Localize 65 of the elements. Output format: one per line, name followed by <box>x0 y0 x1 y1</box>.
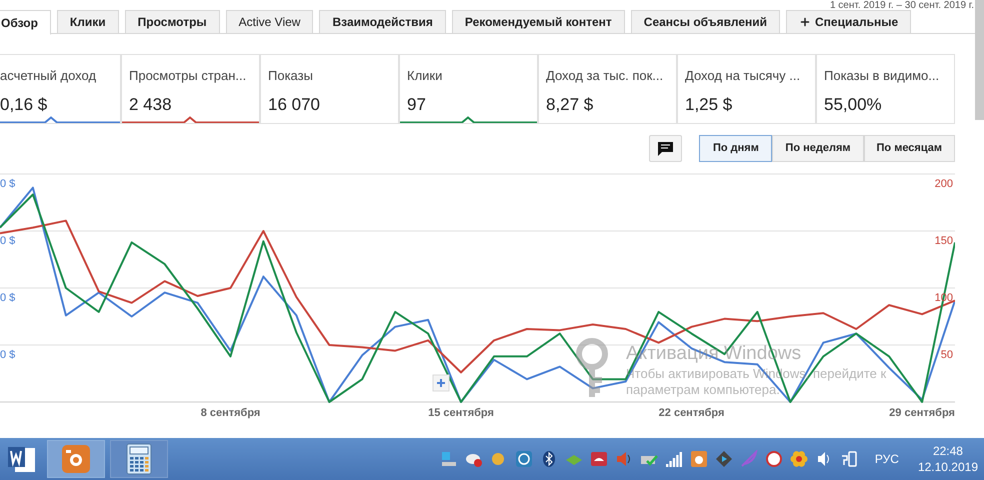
taskbar-app[interactable] <box>110 440 168 478</box>
metric-value: 97 <box>407 94 427 116</box>
period-button[interactable]: По дням <box>699 135 772 162</box>
metric-card[interactable]: Показы 16 070 <box>260 54 399 124</box>
metric-label: Просмотры стран... <box>129 67 248 85</box>
scrollbar[interactable] <box>975 0 984 120</box>
tab[interactable]: Active View <box>226 10 314 34</box>
camera-icon[interactable] <box>690 450 708 468</box>
comment-button[interactable] <box>649 135 682 162</box>
metric-card[interactable]: Просмотры стран... 2 438 <box>121 54 260 124</box>
metric-card[interactable]: Доход за тыс. пок... 8,27 $ <box>538 54 677 124</box>
metric-card[interactable]: асчетный доход 0,16 $ <box>0 54 121 124</box>
metric-card[interactable]: Клики 97 <box>399 54 538 124</box>
language-indicator[interactable]: РУС <box>874 450 899 468</box>
tab[interactable]: Специальные <box>786 10 912 34</box>
calculator-icon <box>126 443 152 475</box>
circle-icon[interactable] <box>764 450 783 468</box>
axis-label: 200 <box>934 178 953 190</box>
document-icon <box>7 444 37 474</box>
clock-time[interactable]: 22:48 <box>932 443 963 459</box>
tab[interactable]: Взаимодействия <box>319 10 446 34</box>
tab[interactable]: Сеансы объявлений <box>630 10 780 34</box>
tab[interactable]: Просмотры <box>124 10 220 34</box>
metric-value: 8,27 $ <box>546 94 594 116</box>
tab[interactable]: Клики <box>56 10 119 34</box>
tab[interactable]: Рекомендуемый контент <box>452 10 625 34</box>
metric-value: 16 070 <box>268 94 321 116</box>
metric-label: асчетный доход <box>0 67 98 85</box>
clock-date[interactable]: 12.10.2019 <box>918 459 978 475</box>
axis-label: 8 сентября <box>200 407 260 419</box>
period-button[interactable]: По неделям <box>772 135 864 162</box>
metric-card[interactable]: Доход на тысячу ... 1,25 $ <box>677 54 816 124</box>
axis-label: 0 $ <box>0 235 16 247</box>
plus-icon <box>799 16 812 28</box>
metric-label: Показы <box>268 67 314 85</box>
axis-label: 22 сентября <box>658 407 724 419</box>
metric-label: Показы в видимо... <box>824 67 940 85</box>
taskbar-app[interactable] <box>47 440 105 478</box>
flower-icon[interactable] <box>790 450 808 468</box>
axis-label: 29 сентября <box>889 407 955 419</box>
comment-icon <box>658 142 674 156</box>
axis-label: 0 $ <box>0 349 16 361</box>
add-note-icon[interactable] <box>432 374 450 392</box>
tab[interactable]: Обзор <box>0 10 51 35</box>
axis-label: 0 $ <box>0 292 16 304</box>
axis-label: 0 $ <box>0 178 16 190</box>
signal-icon[interactable] <box>664 450 683 468</box>
play-icon[interactable] <box>714 450 733 468</box>
metric-label: Доход на тысячу ... <box>685 67 802 85</box>
camera-icon <box>61 444 91 474</box>
metric-label: Доход за тыс. пок... <box>546 67 664 85</box>
metric-value: 0,16 $ <box>0 94 48 116</box>
activation-text: параметрам компьютера. <box>626 382 781 398</box>
axis-label: 15 сентября <box>428 407 494 419</box>
date-range: 1 сент. 2019 г. – 30 сент. 2019 г. <box>830 0 974 11</box>
metric-value: 2 438 <box>129 94 173 116</box>
metric-value: 55,00% <box>824 94 883 116</box>
metric-label: Клики <box>407 67 444 85</box>
metric-card[interactable]: Показы в видимо... 55,00% <box>816 54 955 124</box>
metric-value: 1,25 $ <box>685 94 734 116</box>
clock-icon[interactable] <box>514 450 533 468</box>
axis-label: 150 <box>934 235 953 247</box>
period-button[interactable]: По месяцам <box>864 135 955 162</box>
axis-label: 50 <box>940 349 953 361</box>
speaker-icon[interactable] <box>614 450 633 468</box>
